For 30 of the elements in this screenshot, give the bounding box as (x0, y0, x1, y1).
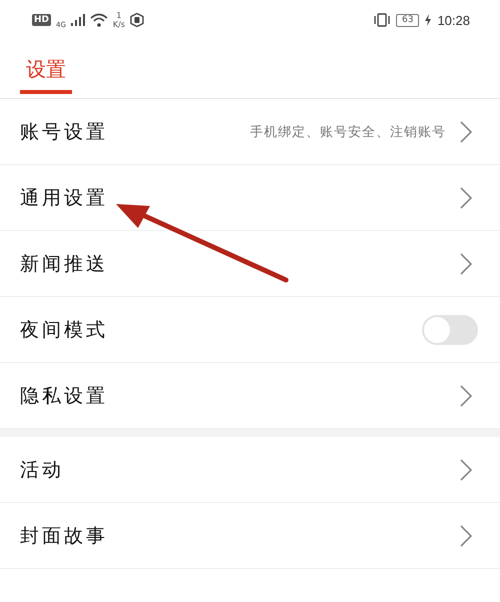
charging-icon (424, 14, 432, 26)
row-label: 隐私设置 (20, 384, 108, 408)
settings-row[interactable]: 封面故事 (0, 503, 500, 569)
chevron-icon (460, 186, 472, 208)
battery-icon: 63 (396, 14, 420, 26)
chevron-icon (460, 252, 472, 274)
row-label: 新闻推送 (20, 252, 108, 276)
settings-row[interactable]: 新闻推送 (0, 231, 500, 297)
hd-badge: HD (32, 14, 52, 26)
row-label: 通用设置 (20, 186, 108, 210)
row-label: 夜间模式 (20, 318, 108, 342)
chevron-icon (460, 384, 472, 406)
row-detail: 手机绑定、账号安全、注销账号 (250, 124, 446, 140)
settings-row[interactable]: 账号设置 手机绑定、账号安全、注销账号 (0, 99, 500, 165)
network-speed: 1 K/s (112, 11, 126, 29)
signal-icon (70, 14, 85, 26)
row-label: 封面故事 (20, 524, 108, 548)
chevron-icon (460, 458, 472, 480)
row-label: 账号设置 (20, 120, 108, 144)
chevron-icon (460, 524, 472, 546)
settings-tab[interactable]: 设置 (20, 40, 72, 94)
toggle-switch[interactable] (422, 314, 478, 344)
clock-time: 10:28 (437, 12, 470, 28)
app-notification-icon (130, 13, 144, 27)
wifi-icon (90, 13, 108, 27)
settings-row[interactable]: 夜间模式 (0, 297, 500, 363)
row-label: 活动 (20, 458, 64, 482)
vibrate-icon (373, 13, 391, 27)
chevron-icon (460, 120, 472, 142)
settings-row[interactable]: 活动 (0, 437, 500, 503)
